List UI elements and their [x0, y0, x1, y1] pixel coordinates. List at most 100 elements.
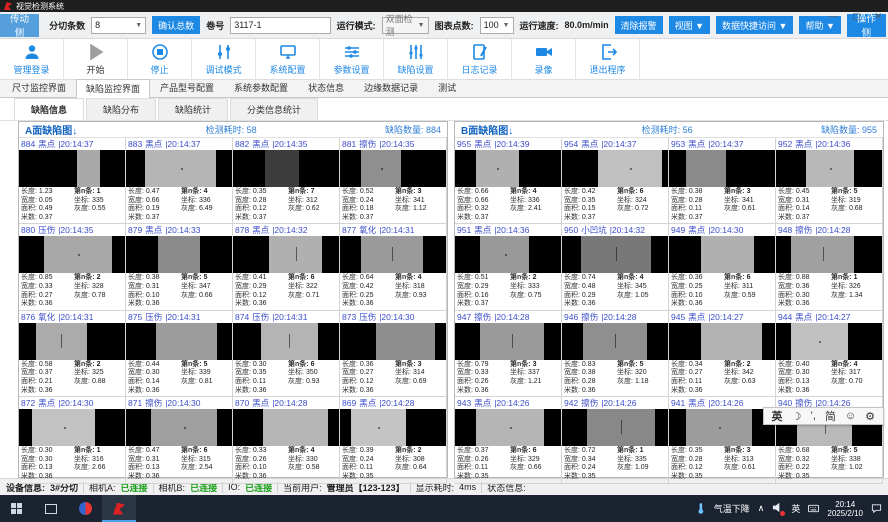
parameter-settings-button[interactable]: 参数设置 [320, 39, 384, 79]
defect-cell[interactable]: 873 压伤 |20:14:30 长度: 0.36 宽度: 0.27 面积: 0… [340, 311, 447, 397]
defect-cell[interactable]: 955 黑点 |20:14:39 长度: 0.66 宽度: 0.66 面积: 0… [455, 138, 562, 224]
start-menu-button[interactable] [0, 495, 34, 522]
defect-image[interactable] [562, 236, 668, 273]
tab-defect-monitor[interactable]: 缺陷监控界面 [76, 79, 150, 98]
defect-image[interactable] [19, 236, 125, 273]
maximize-button[interactable]: ▢ [852, 11, 861, 22]
clear-alarm-button[interactable]: 清除报警 [615, 16, 663, 34]
record-video-button[interactable]: 录像 [512, 39, 576, 79]
defect-image[interactable] [669, 150, 775, 187]
tab-system-param-config[interactable]: 系统参数配置 [224, 78, 298, 97]
defect-cell[interactable]: 949 黑点 |20:14:30 长度: 0.36 宽度: 0.25 面积: 0… [669, 224, 776, 310]
data-quick-access-menu-button[interactable]: 数据快捷访问 ▼ [716, 16, 793, 34]
weather-text[interactable]: 气温下降 [714, 502, 750, 515]
defect-image[interactable] [126, 150, 232, 187]
defect-cell[interactable]: 876 氧化 |20:14:31 长度: 0.58 宽度: 0.37 面积: 0… [19, 311, 126, 397]
defect-cell[interactable]: 954 黑点 |20:14:37 长度: 0.42 宽度: 0.35 面积: 0… [562, 138, 669, 224]
defect-image[interactable] [340, 236, 446, 273]
tab-test[interactable]: 测试 [428, 78, 466, 97]
keyboard-icon[interactable] [808, 503, 819, 514]
defect-cell[interactable]: 882 黑点 |20:14:35 长度: 0.35 宽度: 0.28 面积: 0… [233, 138, 340, 224]
defect-cell[interactable]: 870 黑点 |20:14:28 长度: 0.33 宽度: 0.26 面积: 0… [233, 397, 340, 483]
tray-expand-caret[interactable]: ∧ [758, 503, 765, 514]
confirm-total-button[interactable]: 确认总数 [152, 16, 200, 34]
ime-language-indicator[interactable]: 英 [791, 502, 800, 515]
task-view-button[interactable] [34, 495, 68, 522]
defect-image[interactable] [455, 323, 561, 360]
view-menu-button[interactable]: 视图 ▼ [669, 16, 710, 34]
taskbar-clock[interactable]: 20:14 2025/2/10 [827, 500, 863, 518]
defect-image[interactable] [19, 150, 125, 187]
ime-punctuation-toggle[interactable]: ’, [810, 410, 816, 422]
tab-product-model-config[interactable]: 产品型号配置 [150, 78, 224, 97]
defect-cell[interactable]: 884 黑点 |20:14:37 长度: 1.23 宽度: 0.05 面积: 0… [19, 138, 126, 224]
ime-settings-gear-icon[interactable]: ⚙ [865, 410, 875, 423]
defect-image[interactable] [562, 409, 668, 446]
defect-image[interactable] [669, 323, 775, 360]
ime-english-toggle[interactable]: 英 [772, 408, 783, 424]
start-button[interactable]: 开始 [64, 39, 128, 79]
subtab-defect-statistics[interactable]: 缺陷统计 [158, 98, 228, 120]
defect-image[interactable] [126, 409, 232, 446]
defect-cell[interactable]: 875 压伤 |20:14:31 长度: 0.44 宽度: 0.30 面积: 0… [126, 311, 233, 397]
exit-program-button[interactable]: 退出程序 [576, 39, 640, 79]
defect-image[interactable] [669, 409, 775, 446]
system-config-button[interactable]: 系统配置 [256, 39, 320, 79]
stop-button[interactable]: 停止 [128, 39, 192, 79]
defect-cell[interactable]: 879 黑点 |20:14:33 长度: 0.38 宽度: 0.31 面积: 0… [126, 224, 233, 310]
defect-cell[interactable]: 872 黑点 |20:14:30 长度: 0.30 宽度: 0.30 面积: 0… [19, 397, 126, 483]
admin-login-button[interactable]: 管理登录 [0, 39, 64, 79]
debug-mode-button[interactable]: 调试模式 [192, 39, 256, 79]
taskbar-app-inspection[interactable] [102, 495, 136, 522]
defect-cell[interactable]: 943 黑点 |20:14:26 长度: 0.37 宽度: 0.26 面积: 0… [455, 397, 562, 483]
defect-cell[interactable]: 953 黑点 |20:14:37 长度: 0.38 宽度: 0.28 面积: 0… [669, 138, 776, 224]
defect-image[interactable] [233, 323, 339, 360]
defect-image[interactable] [340, 409, 446, 446]
defect-cell[interactable]: 952 黑点 |20:14:36 长度: 0.45 宽度: 0.31 面积: 0… [776, 138, 883, 224]
notification-center-icon[interactable] [871, 503, 882, 514]
defect-cell[interactable]: 883 黑点 |20:14:37 长度: 0.47 宽度: 0.66 面积: 0… [126, 138, 233, 224]
roll-number-input[interactable]: 3117-1 [230, 17, 330, 34]
defect-cell[interactable]: 869 黑点 |20:14:28 长度: 0.39 宽度: 0.24 面积: 0… [340, 397, 447, 483]
defect-image[interactable] [126, 236, 232, 273]
subtab-defect-distribution[interactable]: 缺陷分布 [86, 98, 156, 120]
defect-image[interactable] [776, 150, 882, 187]
ime-emoji-icon[interactable]: ☺ [845, 410, 856, 422]
tab-status-info[interactable]: 状态信息 [298, 78, 354, 97]
defect-image[interactable] [19, 409, 125, 446]
defect-image[interactable] [126, 323, 232, 360]
drive-side-button[interactable]: 传动侧 [0, 14, 39, 37]
defect-cell[interactable]: 945 黑点 |20:14:27 长度: 0.34 宽度: 0.27 面积: 0… [669, 311, 776, 397]
defect-cell[interactable]: 941 黑点 |20:14:26 长度: 0.35 宽度: 0.28 面积: 0… [669, 397, 776, 483]
defect-settings-button[interactable]: 缺陷设置 [384, 39, 448, 79]
defect-cell[interactable]: 942 擦伤 |20:14:26 长度: 0.72 宽度: 0.34 面积: 0… [562, 397, 669, 483]
defect-cell[interactable]: 871 擦伤 |20:14:30 长度: 0.47 宽度: 0.31 面积: 0… [126, 397, 233, 483]
subtab-defect-info[interactable]: 缺陷信息 [14, 98, 84, 120]
defect-image[interactable] [340, 323, 446, 360]
defect-cell[interactable]: 874 压伤 |20:14:31 长度: 0.30 宽度: 0.35 面积: 0… [233, 311, 340, 397]
subtab-class-info-statistics[interactable]: 分类信息统计 [230, 98, 318, 120]
defect-image[interactable] [562, 150, 668, 187]
defect-image[interactable] [233, 150, 339, 187]
run-mode-select[interactable]: 双面检测▼ [382, 17, 429, 34]
defect-image[interactable] [776, 323, 882, 360]
ime-simplified-toggle[interactable]: 简 [825, 408, 836, 424]
defect-cell[interactable]: 951 黑点 |20:14:36 长度: 0.51 宽度: 0.29 面积: 0… [455, 224, 562, 310]
taskbar-app-1[interactable] [68, 495, 102, 522]
defect-image[interactable] [19, 323, 125, 360]
defect-cell[interactable]: 947 擦伤 |20:14:28 长度: 0.79 宽度: 0.33 面积: 0… [455, 311, 562, 397]
defect-image[interactable] [455, 236, 561, 273]
minimize-button[interactable]: — [829, 11, 838, 22]
ime-fullwidth-moon-icon[interactable]: ☽ [792, 410, 802, 423]
log-record-button[interactable]: 日志记录 [448, 39, 512, 79]
defect-cell[interactable]: 946 擦伤 |20:14:28 长度: 0.83 宽度: 0.38 面积: 0… [562, 311, 669, 397]
defect-cell[interactable]: 877 氧化 |20:14:31 长度: 0.64 宽度: 0.42 面积: 0… [340, 224, 447, 310]
defect-image[interactable] [562, 323, 668, 360]
defect-image[interactable] [340, 150, 446, 187]
defect-cell[interactable]: 944 黑点 |20:14:27 长度: 0.40 宽度: 0.30 面积: 0… [776, 311, 883, 397]
defect-cell[interactable]: 880 压伤 |20:14:35 长度: 0.85 宽度: 0.33 面积: 0… [19, 224, 126, 310]
slit-count-select[interactable]: 8▼ [91, 17, 146, 34]
defect-image[interactable] [455, 150, 561, 187]
defect-cell[interactable]: 878 黑点 |20:14:32 长度: 0.41 宽度: 0.29 面积: 0… [233, 224, 340, 310]
close-button[interactable]: ✕ [874, 11, 882, 22]
